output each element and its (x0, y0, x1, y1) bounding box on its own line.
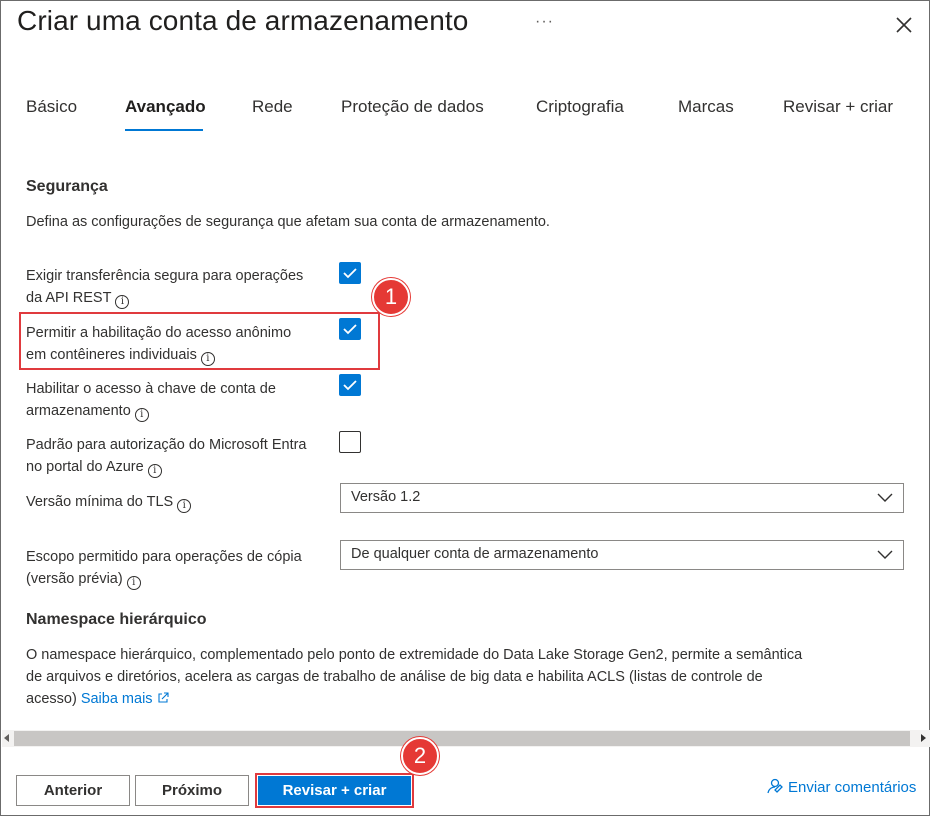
info-icon[interactable]: i (177, 499, 192, 513)
scroll-left-icon[interactable] (4, 734, 9, 742)
horizontal-scrollbar[interactable] (2, 730, 930, 747)
callout-badge-1: 1 (372, 278, 410, 316)
security-description: Defina as configurações de segurança que… (26, 214, 550, 230)
namespace-description: O namespace hierárquico, complementado p… (26, 647, 803, 707)
info-icon[interactable]: i (200, 352, 215, 366)
security-heading: Segurança (26, 178, 108, 195)
send-feedback-link[interactable]: Enviar comentários (766, 777, 916, 796)
secure-transfer-checkbox[interactable] (339, 262, 361, 284)
copy-scope-label: Escopo permitido para operações de cópia… (26, 549, 302, 590)
info-icon[interactable]: i (134, 408, 149, 422)
info-icon[interactable]: i (147, 464, 162, 478)
account-key-access-checkbox[interactable] (339, 374, 361, 396)
anonymous-access-label: Permitir a habilitação do acesso anônimo… (26, 325, 292, 366)
more-options-icon[interactable]: ··· (535, 13, 554, 31)
tls-version-dropdown[interactable]: Versão 1.2 (340, 483, 904, 513)
account-key-access-label: Habilitar o acesso à chave de conta de a… (26, 381, 276, 422)
external-link-icon (158, 692, 169, 703)
close-icon[interactable] (894, 15, 914, 35)
review-create-button[interactable]: Revisar + criar (258, 776, 411, 805)
create-storage-account-blade: Criar uma conta de armazenamento ··· Bás… (0, 0, 930, 816)
entra-authorization-label: Padrão para autorização do Microsoft Ent… (26, 437, 307, 478)
feedback-icon (767, 778, 783, 794)
tab-bar: Básico Avançado Rede Proteção de dados C… (1, 97, 930, 137)
tls-label: Versão mínima do TLS i (26, 491, 192, 513)
page-title: Criar uma conta de armazenamento (17, 5, 469, 36)
namespace-heading: Namespace hierárquico (26, 611, 207, 628)
tab-avancado[interactable]: Avançado (125, 97, 206, 117)
chevron-down-icon (877, 493, 893, 502)
info-icon[interactable]: i (126, 576, 141, 590)
tab-basico[interactable]: Básico (26, 97, 77, 117)
chevron-down-icon (877, 550, 893, 559)
tab-protecao-de-dados[interactable]: Proteção de dados (341, 97, 484, 117)
tab-criptografia[interactable]: Criptografia (536, 97, 624, 117)
callout-badge-2: 2 (401, 737, 439, 775)
tls-version-value: Versão 1.2 (351, 489, 421, 505)
copy-scope-value: De qualquer conta de armazenamento (351, 546, 599, 562)
entra-authorization-checkbox[interactable] (339, 431, 361, 453)
tab-rede[interactable]: Rede (252, 97, 293, 117)
anonymous-access-checkbox[interactable] (339, 318, 361, 340)
next-button[interactable]: Próximo (135, 775, 249, 806)
info-icon[interactable]: i (115, 295, 130, 309)
scroll-right-icon[interactable] (921, 734, 926, 742)
tab-revisar-criar[interactable]: Revisar + criar (783, 97, 893, 117)
copy-scope-dropdown[interactable]: De qualquer conta de armazenamento (340, 540, 904, 570)
secure-transfer-label: Exigir transferência segura para operaçõ… (26, 268, 304, 309)
learn-more-link[interactable]: Saiba mais (81, 691, 169, 707)
active-tab-indicator (125, 129, 203, 131)
previous-button[interactable]: Anterior (16, 775, 130, 806)
scrollbar-thumb[interactable] (14, 731, 910, 746)
tab-marcas[interactable]: Marcas (678, 97, 734, 117)
